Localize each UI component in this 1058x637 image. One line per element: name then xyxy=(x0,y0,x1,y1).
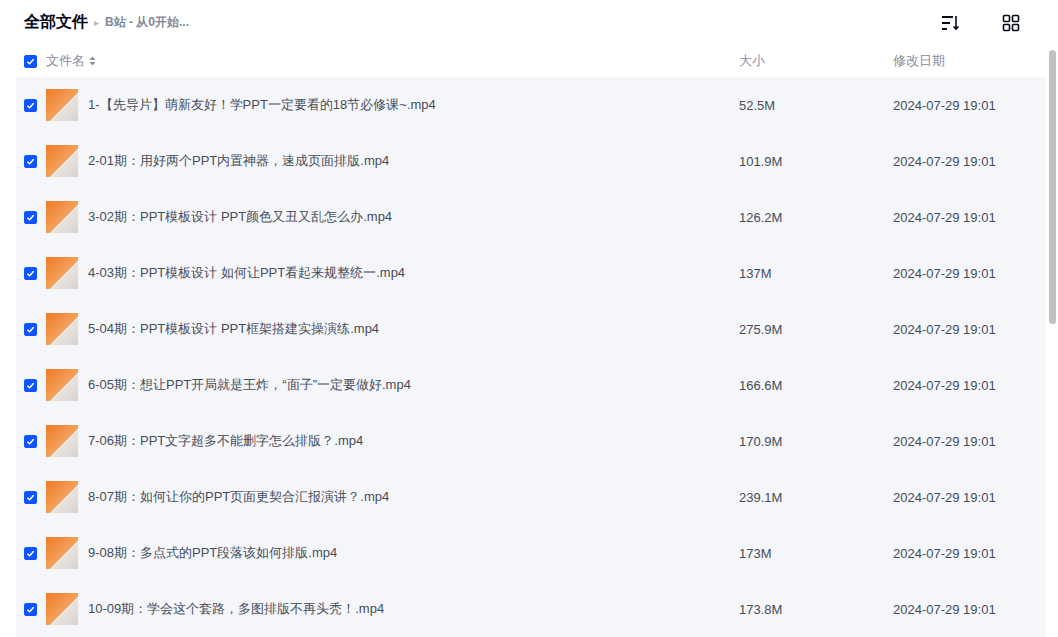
video-thumbnail xyxy=(46,201,78,233)
modified-date: 2024-07-29 19:01 xyxy=(893,210,1046,225)
file-size: 275.9M xyxy=(739,322,893,337)
file-size: 173.8M xyxy=(739,602,893,617)
check-icon xyxy=(26,493,35,502)
check-icon xyxy=(26,213,35,222)
file-name-cell: 4-03期：PPT模板设计 如何让PPT看起来规整统一.mp4 xyxy=(46,257,739,289)
file-name[interactable]: 9-08期：多点式的PPT段落该如何排版.mp4 xyxy=(88,544,337,562)
file-size: 170.9M xyxy=(739,434,893,449)
file-name[interactable]: 5-04期：PPT模板设计 PPT框架搭建实操演练.mp4 xyxy=(88,320,379,338)
file-size: 239.1M xyxy=(739,490,893,505)
modified-date: 2024-07-29 19:01 xyxy=(893,602,1046,617)
toolbar: 全部文件 ▸ B站 - 从0开始... xyxy=(16,0,1046,45)
file-name-cell: 1-【先导片】萌新友好！学PPT一定要看的18节必修课~.mp4 xyxy=(46,89,739,121)
modified-date: 2024-07-29 19:01 xyxy=(893,546,1046,561)
checkbox[interactable] xyxy=(24,211,37,224)
sort-icon xyxy=(940,14,960,32)
modified-date: 2024-07-29 19:01 xyxy=(893,322,1046,337)
modified-date: 2024-07-29 19:01 xyxy=(893,98,1046,113)
table-row[interactable]: 2-01期：用好两个PPT内置神器，速成页面排版.mp4 101.9M2024-0… xyxy=(16,133,1046,189)
breadcrumb-current: B站 - 从0开始... xyxy=(105,14,189,31)
file-name-cell: 7-06期：PPT文字超多不能删字怎么排版？.mp4 xyxy=(46,425,739,457)
video-thumbnail xyxy=(46,369,78,401)
video-thumbnail xyxy=(46,593,78,625)
file-name[interactable]: 4-03期：PPT模板设计 如何让PPT看起来规整统一.mp4 xyxy=(88,264,405,282)
check-icon xyxy=(26,605,35,614)
table-row[interactable]: 3-02期：PPT模板设计 PPT颜色又丑又乱怎么办.mp4 126.2M2024… xyxy=(16,189,1046,245)
file-name[interactable]: 1-【先导片】萌新友好！学PPT一定要看的18节必修课~.mp4 xyxy=(88,96,436,114)
checkbox[interactable] xyxy=(24,99,37,112)
file-name[interactable]: 2-01期：用好两个PPT内置神器，速成页面排版.mp4 xyxy=(88,152,389,170)
table-row[interactable]: 6-05期：想让PPT开局就是王炸，“面子”一定要做好.mp4 166.6M202… xyxy=(16,357,1046,413)
file-name-cell: 9-08期：多点式的PPT段落该如何排版.mp4 xyxy=(46,537,739,569)
modified-date: 2024-07-29 19:01 xyxy=(893,490,1046,505)
check-icon xyxy=(26,549,35,558)
file-size: 101.9M xyxy=(739,154,893,169)
table-row[interactable]: 8-07期：如何让你的PPT页面更契合汇报演讲？.mp4 239.1M2024-0… xyxy=(16,469,1046,525)
checkbox[interactable] xyxy=(24,323,37,336)
file-size: 166.6M xyxy=(739,378,893,393)
table-row[interactable]: 5-04期：PPT模板设计 PPT框架搭建实操演练.mp4 275.9M2024-… xyxy=(16,301,1046,357)
column-header[interactable]: 文件名 xyxy=(46,52,739,70)
checkbox[interactable] xyxy=(24,155,37,168)
file-manager: 全部文件▸B站 - 从0开始...文件名大小修改日期1-【先导片】萌新友好！学P… xyxy=(0,0,1058,637)
video-thumbnail xyxy=(46,145,78,177)
modified-date: 2024-07-29 19:01 xyxy=(893,434,1046,449)
table-row[interactable]: 10-09期：学会这个套路，多图排版不再头秃！.mp4 173.8M2024-07… xyxy=(16,581,1046,637)
sort-button[interactable] xyxy=(939,12,961,34)
table-row[interactable]: 1-【先导片】萌新友好！学PPT一定要看的18节必修课~.mp4 52.5M202… xyxy=(16,77,1046,133)
file-size: 137M xyxy=(739,266,893,281)
file-size: 52.5M xyxy=(739,98,893,113)
modified-date: 2024-07-29 19:01 xyxy=(893,154,1046,169)
grid-view-button[interactable] xyxy=(1000,12,1022,34)
column-header: 修改日期 xyxy=(893,52,1046,70)
check-icon xyxy=(26,437,35,446)
column-header: 大小 xyxy=(739,52,893,70)
table-row[interactable]: 4-03期：PPT模板设计 如何让PPT看起来规整统一.mp4 137M2024-… xyxy=(16,245,1046,301)
file-size: 173M xyxy=(739,546,893,561)
check-icon xyxy=(26,57,35,66)
file-name[interactable]: 6-05期：想让PPT开局就是王炸，“面子”一定要做好.mp4 xyxy=(88,376,411,394)
checkbox[interactable] xyxy=(24,547,37,560)
scrollbar-thumb[interactable] xyxy=(1049,50,1056,324)
check-icon xyxy=(26,381,35,390)
file-name[interactable]: 3-02期：PPT模板设计 PPT颜色又丑又乱怎么办.mp4 xyxy=(88,208,392,226)
file-name[interactable]: 8-07期：如何让你的PPT页面更契合汇报演讲？.mp4 xyxy=(88,488,389,506)
checkbox[interactable] xyxy=(24,267,37,280)
check-icon xyxy=(26,325,35,334)
breadcrumb-root[interactable]: 全部文件 xyxy=(24,12,88,33)
video-thumbnail xyxy=(46,481,78,513)
file-name[interactable]: 10-09期：学会这个套路，多图排版不再头秃！.mp4 xyxy=(88,600,384,618)
checkbox[interactable] xyxy=(24,491,37,504)
checkbox[interactable] xyxy=(24,603,37,616)
video-thumbnail xyxy=(46,425,78,457)
video-thumbnail xyxy=(46,313,78,345)
check-icon xyxy=(26,157,35,166)
checkbox[interactable] xyxy=(24,55,37,68)
file-name-cell: 10-09期：学会这个套路，多图排版不再头秃！.mp4 xyxy=(46,593,739,625)
check-icon xyxy=(26,101,35,110)
grid-icon xyxy=(1002,14,1020,32)
file-size: 126.2M xyxy=(739,210,893,225)
video-thumbnail xyxy=(46,257,78,289)
file-name-cell: 3-02期：PPT模板设计 PPT颜色又丑又乱怎么办.mp4 xyxy=(46,201,739,233)
table-row[interactable]: 7-06期：PPT文字超多不能删字怎么排版？.mp4 170.9M2024-07-… xyxy=(16,413,1046,469)
file-name-cell: 6-05期：想让PPT开局就是王炸，“面子”一定要做好.mp4 xyxy=(46,369,739,401)
file-name-cell: 5-04期：PPT模板设计 PPT框架搭建实操演练.mp4 xyxy=(46,313,739,345)
checkbox[interactable] xyxy=(24,435,37,448)
table-header: 文件名大小修改日期 xyxy=(16,45,1046,77)
check-icon xyxy=(26,269,35,278)
file-name-cell: 2-01期：用好两个PPT内置神器，速成页面排版.mp4 xyxy=(46,145,739,177)
file-name-cell: 8-07期：如何让你的PPT页面更契合汇报演讲？.mp4 xyxy=(46,481,739,513)
video-thumbnail xyxy=(46,89,78,121)
modified-date: 2024-07-29 19:01 xyxy=(893,266,1046,281)
scrollbar[interactable] xyxy=(1046,0,1058,637)
file-list-panel: 全部文件▸B站 - 从0开始...文件名大小修改日期1-【先导片】萌新友好！学P… xyxy=(0,0,1046,637)
sort-arrows-icon xyxy=(89,56,96,66)
video-thumbnail xyxy=(46,537,78,569)
checkbox[interactable] xyxy=(24,379,37,392)
breadcrumb-separator: ▸ xyxy=(94,17,99,28)
modified-date: 2024-07-29 19:01 xyxy=(893,378,1046,393)
table-row[interactable]: 9-08期：多点式的PPT段落该如何排版.mp4 173M2024-07-29 1… xyxy=(16,525,1046,581)
file-name[interactable]: 7-06期：PPT文字超多不能删字怎么排版？.mp4 xyxy=(88,432,363,450)
